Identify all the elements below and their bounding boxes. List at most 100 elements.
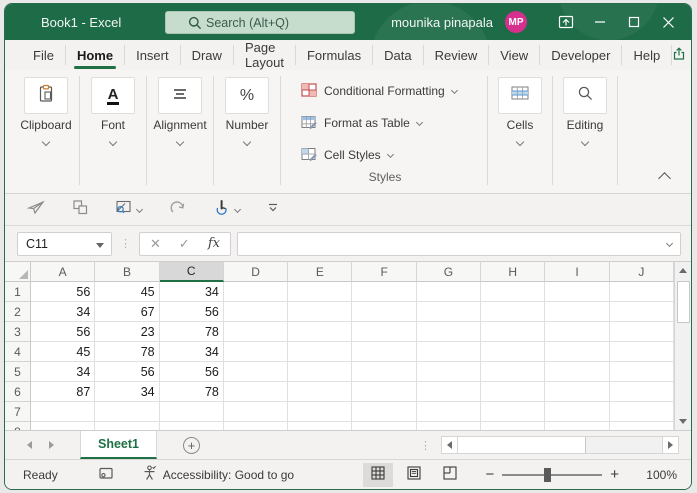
redo-button[interactable] (169, 199, 186, 220)
tab-review[interactable]: Review (424, 45, 490, 65)
cell-H2[interactable] (481, 302, 545, 322)
row-header-4[interactable]: 4 (5, 342, 31, 362)
cell-C6[interactable]: 78 (160, 382, 224, 402)
send-button[interactable] (27, 199, 45, 220)
conditional-formatting-button[interactable]: Conditional Formatting (301, 83, 457, 99)
column-header-C[interactable]: C (160, 262, 224, 282)
cell-D7[interactable] (224, 402, 288, 422)
number-group[interactable]: % Number (214, 70, 280, 150)
cell-G5[interactable] (417, 362, 481, 382)
cell-H1[interactable] (481, 282, 545, 302)
cell-F1[interactable] (352, 282, 416, 302)
cell-E3[interactable] (288, 322, 352, 342)
cell-B3[interactable]: 23 (95, 322, 159, 342)
tab-page-layout[interactable]: Page Layout (234, 45, 296, 65)
editing-button[interactable] (563, 77, 607, 114)
horizontal-scrollbar-thumb[interactable] (458, 437, 586, 453)
cell-G7[interactable] (417, 402, 481, 422)
column-header-A[interactable]: A (31, 262, 95, 282)
cell-B2[interactable]: 67 (95, 302, 159, 322)
cell-E1[interactable] (288, 282, 352, 302)
cell-F5[interactable] (352, 362, 416, 382)
scroll-right-button[interactable] (662, 437, 678, 453)
row-header-3[interactable]: 3 (5, 322, 31, 342)
cell-B8[interactable] (95, 422, 159, 430)
cell-J8[interactable] (610, 422, 674, 430)
column-header-G[interactable]: G (417, 262, 481, 282)
cell-E6[interactable] (288, 382, 352, 402)
cell-H4[interactable] (481, 342, 545, 362)
cell-E7[interactable] (288, 402, 352, 422)
tab-data[interactable]: Data (373, 45, 423, 65)
tab-formulas[interactable]: Formulas (296, 45, 373, 65)
cell-B6[interactable]: 34 (95, 382, 159, 402)
cell-C4[interactable]: 34 (160, 342, 224, 362)
insert-function-button[interactable]: fx (208, 236, 220, 251)
cell-E5[interactable] (288, 362, 352, 382)
cell-A3[interactable]: 56 (31, 322, 95, 342)
cell-J6[interactable] (610, 382, 674, 402)
cell-I1[interactable] (545, 282, 609, 302)
tab-home[interactable]: Home (66, 45, 125, 65)
macro-record-button[interactable] (98, 466, 114, 484)
cell-D5[interactable] (224, 362, 288, 382)
enter-button[interactable]: ✓ (179, 236, 190, 252)
search-input[interactable] (206, 16, 336, 30)
cell-E4[interactable] (288, 342, 352, 362)
name-box[interactable]: C11 (17, 232, 112, 256)
cell-E2[interactable] (288, 302, 352, 322)
cell-A8[interactable] (31, 422, 95, 430)
cell-D4[interactable] (224, 342, 288, 362)
editing-group[interactable]: Editing (553, 70, 617, 150)
row-header-6[interactable]: 6 (5, 382, 31, 402)
qat-overflow-button[interactable] (267, 201, 279, 219)
cell-C5[interactable]: 56 (160, 362, 224, 382)
font-group[interactable]: A Font (80, 70, 146, 150)
format-as-table-button[interactable]: Format as Table (301, 115, 457, 131)
tab-developer[interactable]: Developer (540, 45, 622, 65)
cell-I3[interactable] (545, 322, 609, 342)
avatar[interactable]: MP (505, 11, 527, 33)
cell-E8[interactable] (288, 422, 352, 430)
cell-A4[interactable]: 45 (31, 342, 95, 362)
cell-J1[interactable] (610, 282, 674, 302)
cell-F3[interactable] (352, 322, 416, 342)
cells-button[interactable] (498, 77, 542, 114)
cell-D2[interactable] (224, 302, 288, 322)
cell-B7[interactable] (95, 402, 159, 422)
column-header-B[interactable]: B (95, 262, 159, 282)
scroll-left-button[interactable] (442, 437, 458, 453)
cell-F7[interactable] (352, 402, 416, 422)
ribbon-display-options-button[interactable] (549, 4, 583, 40)
cells-group[interactable]: Cells (488, 70, 552, 150)
alignment-group[interactable]: Alignment (147, 70, 213, 150)
cell-G4[interactable] (417, 342, 481, 362)
column-header-E[interactable]: E (288, 262, 352, 282)
maximize-button[interactable] (617, 4, 651, 40)
font-button[interactable]: A (91, 77, 135, 114)
column-header-J[interactable]: J (610, 262, 674, 282)
sheet-tab-sheet1[interactable]: Sheet1 (80, 431, 157, 459)
normal-view-button[interactable] (363, 463, 393, 487)
cell-C7[interactable] (160, 402, 224, 422)
cell-A1[interactable]: 56 (31, 282, 95, 302)
cell-A7[interactable] (31, 402, 95, 422)
touch-mode-button[interactable] (213, 199, 240, 221)
row-header-7[interactable]: 7 (5, 402, 31, 422)
cell-D3[interactable] (224, 322, 288, 342)
cell-A5[interactable]: 34 (31, 362, 95, 382)
cell-D8[interactable] (224, 422, 288, 430)
cell-H7[interactable] (481, 402, 545, 422)
zoom-out-button[interactable]: − (485, 466, 494, 483)
scroll-up-button[interactable] (675, 262, 691, 279)
next-sheet-button[interactable] (49, 441, 54, 449)
cell-B1[interactable]: 45 (95, 282, 159, 302)
vertical-scrollbar[interactable] (674, 262, 691, 430)
zoom-in-button[interactable]: + (610, 466, 619, 483)
cell-H5[interactable] (481, 362, 545, 382)
number-button[interactable]: % (225, 77, 269, 114)
cell-C3[interactable]: 78 (160, 322, 224, 342)
cell-C8[interactable] (160, 422, 224, 430)
zoom-level[interactable]: 100% (641, 468, 677, 482)
print-preview-button[interactable] (115, 199, 142, 220)
